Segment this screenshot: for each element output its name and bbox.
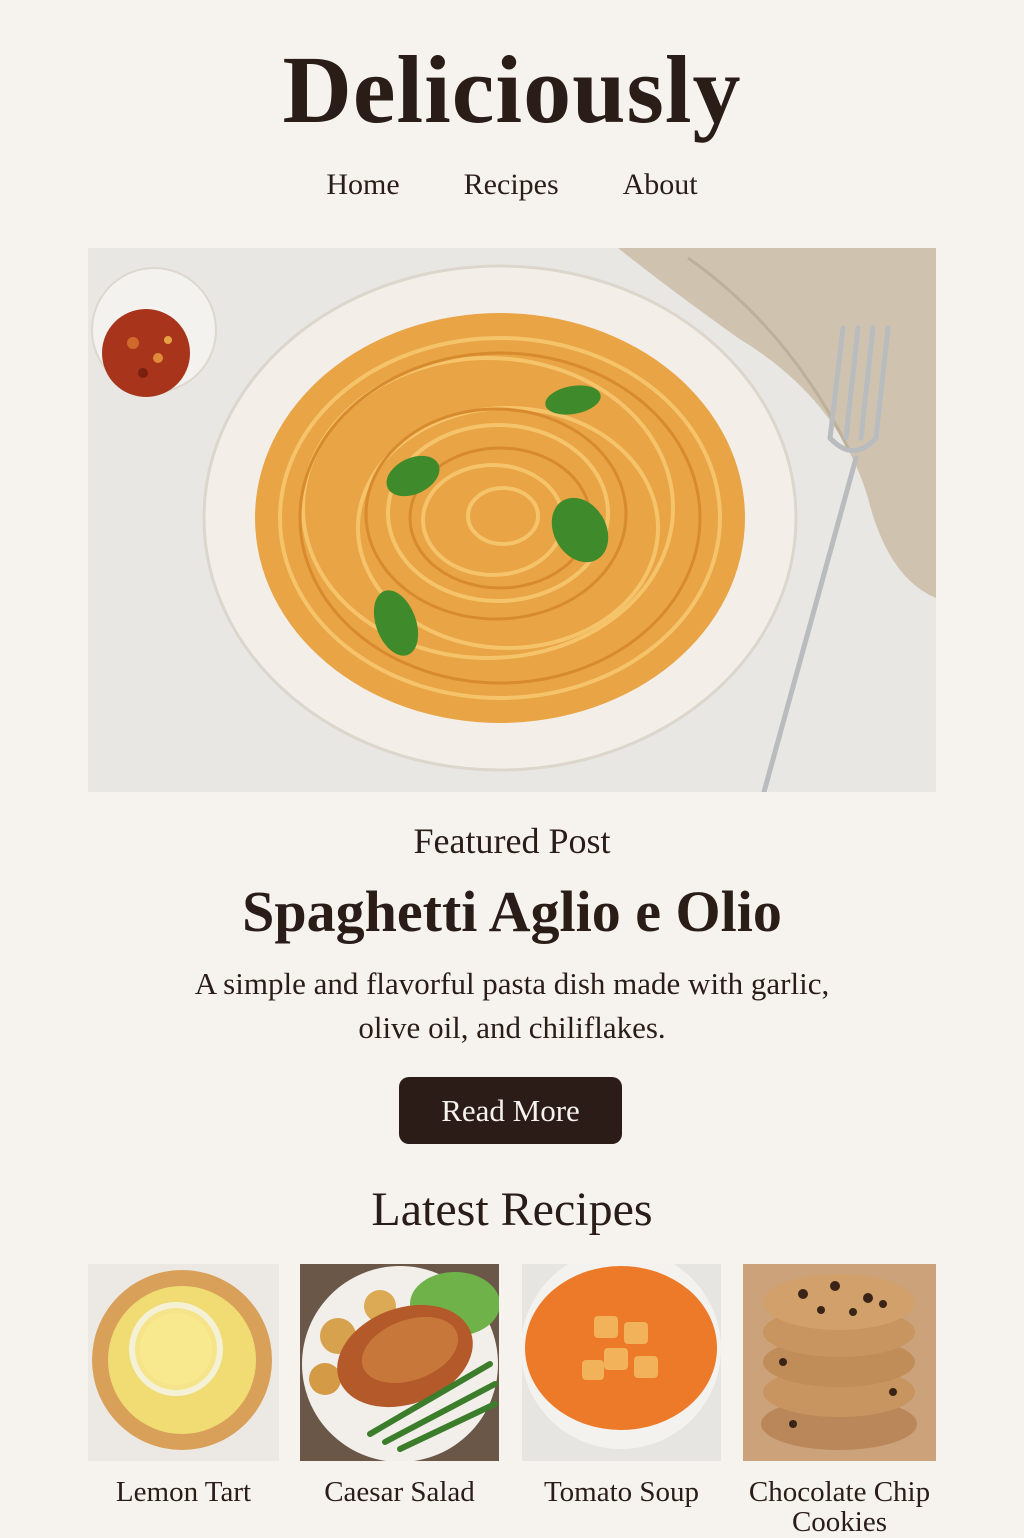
recipe-image[interactable] [300,1264,499,1461]
spaghetti-bowl-photo [88,248,936,792]
caesar-salad-photo [300,1264,499,1461]
nav-recipes[interactable]: Recipes [464,168,559,202]
site-logo[interactable]: Deliciously [0,30,1024,150]
main-nav: Home Recipes About [0,168,1024,202]
lemon-tart-photo [88,1264,279,1461]
featured-description: A simple and flavorful pasta dish made w… [194,966,830,1045]
latest-recipes-heading: Latest Recipes [371,1183,653,1236]
recipe-title[interactable]: Lemon Tart [88,1477,279,1507]
recipe-card-chocolate-chip-cookies[interactable]: Chocolate Chip Cookies [743,1264,936,1537]
featured-title[interactable]: Spaghetti Aglio e Olio [0,878,1024,945]
featured-eyebrow: Featured Post [413,821,611,861]
recipe-image[interactable] [743,1264,936,1461]
nav-about[interactable]: About [623,168,698,202]
recipe-card-tomato-soup[interactable]: Tomato Soup [522,1264,721,1507]
recipe-title[interactable]: Chocolate Chip Cookies [743,1477,936,1537]
recipe-title[interactable]: Tomato Soup [522,1477,721,1507]
recipe-card-lemon-tart[interactable]: Lemon Tart [88,1264,279,1507]
cookies-photo [743,1264,936,1461]
recipe-card-caesar-salad[interactable]: Caesar Salad [300,1264,499,1507]
read-more-button[interactable]: Read More [399,1077,622,1144]
featured-image[interactable] [88,248,936,792]
nav-home[interactable]: Home [326,168,399,202]
recipe-image[interactable] [88,1264,279,1461]
recipe-title[interactable]: Caesar Salad [300,1477,499,1507]
tomato-soup-photo [522,1264,721,1461]
recipe-image[interactable] [522,1264,721,1461]
